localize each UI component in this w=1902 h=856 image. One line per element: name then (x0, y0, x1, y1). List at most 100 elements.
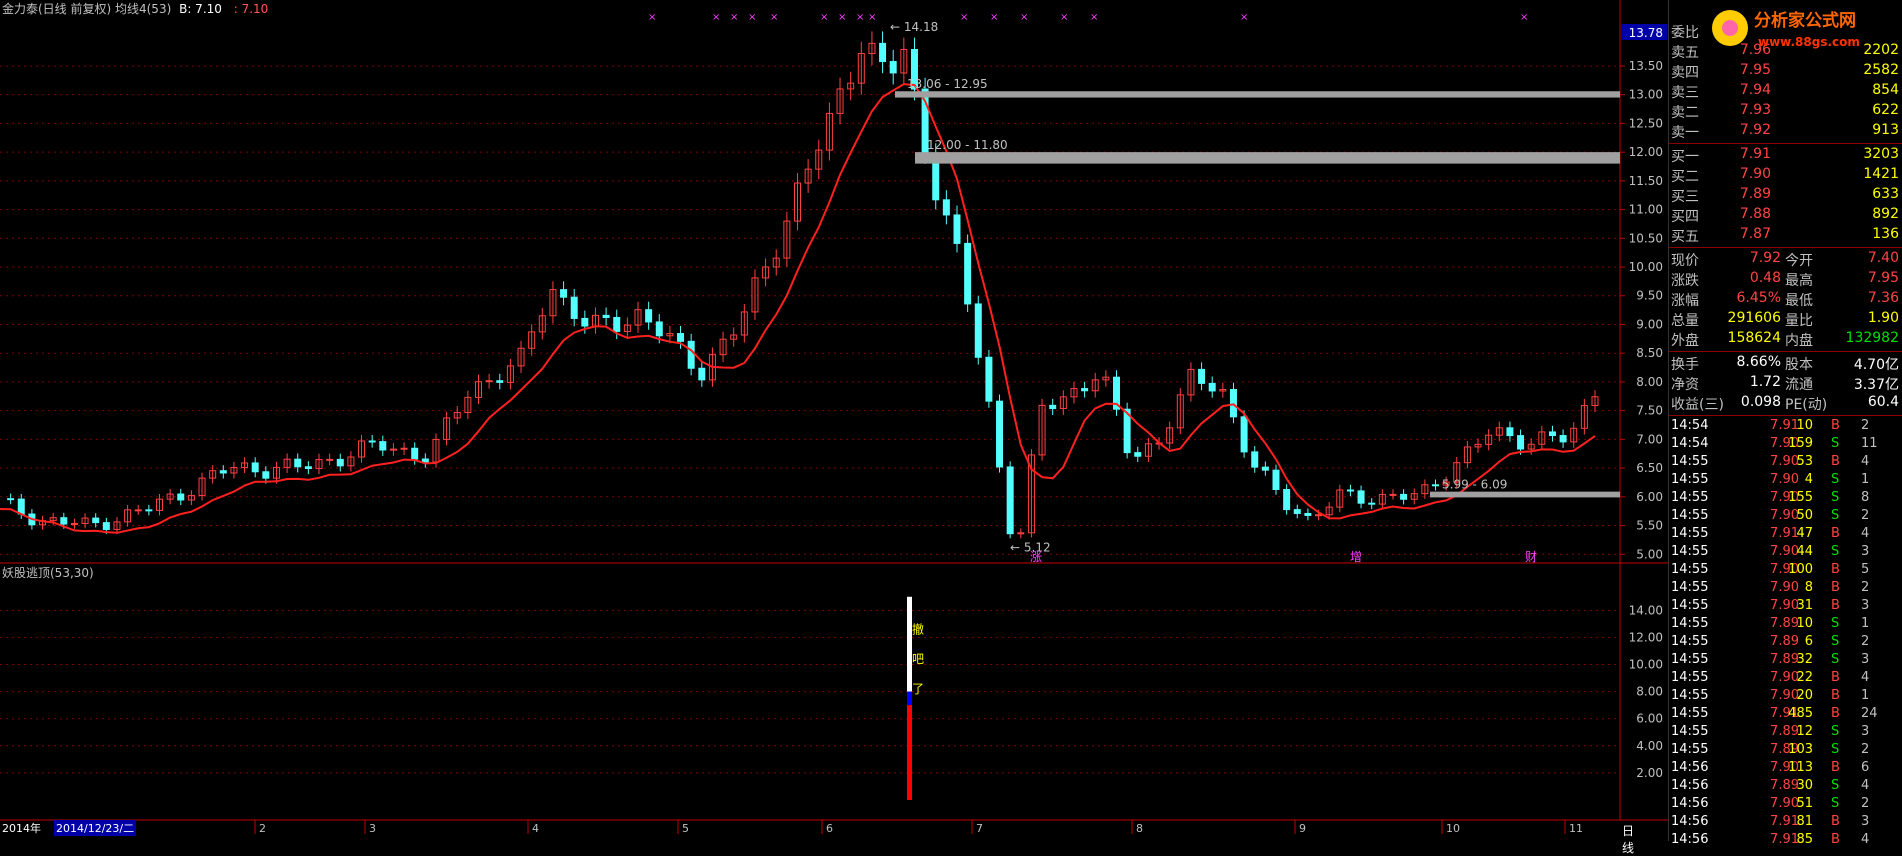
candle-body (251, 462, 259, 473)
tick-row[interactable]: 14:55 7.91 485 B 24 (1671, 706, 1902, 724)
tick-row[interactable]: 14:54 7.91 10 B 2 (1671, 418, 1902, 436)
tick-row[interactable]: 14:55 7.89 32 S 3 (1671, 652, 1902, 670)
candle-body (1017, 532, 1025, 535)
tick-cell: 20 (1796, 688, 1813, 703)
tick-cell: S (1831, 490, 1840, 505)
tick-row[interactable]: 14:55 7.90 53 B 4 (1671, 454, 1902, 472)
bid-row-cell: 892 (1872, 206, 1899, 222)
price-tick-label: 9.00 (1636, 317, 1663, 331)
candle-body (1400, 493, 1408, 500)
tick-row[interactable]: 14:55 7.89 6 S 2 (1671, 634, 1902, 652)
tick-cell: 14:55 (1671, 472, 1709, 487)
tick-row[interactable]: 14:55 7.90 31 B 3 (1671, 598, 1902, 616)
info-marker: 涨 (1030, 549, 1042, 564)
tick-row[interactable]: 14:55 7.90 100 B 5 (1671, 562, 1902, 580)
tick-cell: 14:56 (1671, 796, 1709, 811)
candle-body (1283, 489, 1291, 511)
gap-bar-3 (1430, 491, 1620, 498)
tick-row[interactable]: 14:55 7.90 20 B 1 (1671, 688, 1902, 706)
tick-cell: 14:55 (1671, 706, 1709, 721)
candle-body (145, 509, 153, 512)
tick-cell: B (1831, 580, 1840, 595)
tick-row[interactable]: 14:55 7.90 50 S 2 (1671, 508, 1902, 526)
x-axis-year: 2014年 (2, 822, 41, 835)
candle-body (1272, 469, 1280, 491)
stat2-row-cell: 收益(三) (1671, 397, 1724, 413)
tick-cell: 12 (1796, 724, 1813, 739)
stat2-row-cell: 0.098 (1740, 394, 1781, 410)
tick-cell: 159 (1788, 436, 1813, 451)
tick-cell: 2 (1861, 418, 1870, 433)
stat2-row-cell: 换手 (1671, 357, 1699, 373)
separator (1669, 415, 1902, 416)
tick-cell: 7.90 (1770, 598, 1799, 613)
tick-cell: 100 (1788, 562, 1813, 577)
candle-body (1049, 404, 1057, 410)
tick-cell: 14:55 (1671, 670, 1709, 685)
tick-row[interactable]: 14:56 7.90 113 B 6 (1671, 760, 1902, 778)
candle-body (326, 458, 334, 461)
stat-row-cell: 7.92 (1749, 250, 1781, 266)
candle-body (400, 447, 408, 450)
candle-body (411, 447, 419, 460)
candle-body (70, 522, 78, 525)
candle-body (496, 380, 504, 383)
tick-cell: S (1831, 778, 1840, 793)
tick-cell: 3 (1861, 652, 1870, 667)
high-label: ← 14.18 (890, 20, 938, 34)
tick-row[interactable]: 14:56 7.91 81 B 3 (1671, 814, 1902, 832)
event-marker: × (712, 12, 720, 23)
tick-cell: 4 (1861, 454, 1870, 469)
candle-body (1389, 493, 1397, 496)
ask-row: 卖四 7.95 2582 (1671, 62, 1901, 82)
event-marker: × (1240, 12, 1248, 23)
tick-cell: S (1831, 634, 1840, 649)
price-tick-label: 6.00 (1636, 490, 1663, 504)
indicator-char: 吧 (912, 652, 924, 666)
candle-body (1315, 514, 1323, 517)
tick-cell: 4 (1861, 832, 1870, 847)
tick-row[interactable]: 14:55 7.90 22 B 4 (1671, 670, 1902, 688)
stat2-row-cell: 4.70亿 (1853, 357, 1899, 373)
period-label[interactable]: 日线 (1622, 822, 1634, 856)
kline-chart[interactable]: 13.50 13.00 12.50 12.00 11.50 11.00 10.50 10.00… (0, 0, 1668, 841)
tick-cell: 2 (1861, 580, 1870, 595)
tick-row[interactable]: 14:56 7.91 85 B 4 (1671, 832, 1902, 850)
price-tick-label: 11.50 (1629, 174, 1663, 188)
tick-cell: B (1831, 598, 1840, 613)
tick-cell: 51 (1796, 796, 1813, 811)
candle-body (953, 214, 961, 244)
tick-row[interactable]: 14:55 7.89 103 S 2 (1671, 742, 1902, 760)
stat-row-cell: 内盘 (1785, 333, 1813, 349)
ask-row-cell: 7.92 (1739, 122, 1771, 138)
tick-row[interactable]: 14:55 7.90 4 S 1 (1671, 472, 1902, 490)
tick-cell: B (1831, 454, 1840, 469)
stat2-row-cell: PE(动) (1785, 397, 1828, 413)
event-marker: × (648, 12, 656, 23)
tick-row[interactable]: 14:56 7.90 51 S 2 (1671, 796, 1902, 814)
bid-row-cell: 7.87 (1739, 226, 1771, 242)
tick-row[interactable]: 14:55 7.89 10 S 1 (1671, 616, 1902, 634)
tick-cell: B (1831, 814, 1840, 829)
tick-row[interactable]: 14:55 7.90 155 S 8 (1671, 490, 1902, 508)
tick-row[interactable]: 14:55 7.90 44 S 3 (1671, 544, 1902, 562)
tick-cell: B (1831, 562, 1840, 577)
tick-row[interactable]: 14:55 7.90 8 B 2 (1671, 580, 1902, 598)
tick-row[interactable]: 14:56 7.89 30 S 4 (1671, 778, 1902, 796)
separator (1669, 351, 1902, 352)
event-marker: × (1020, 12, 1028, 23)
tick-cell: 5 (1861, 562, 1870, 577)
x-axis-date[interactable]: 2014/12/23/二 (54, 820, 137, 836)
tick-row[interactable]: 14:55 7.91 47 B 4 (1671, 526, 1902, 544)
b-value: B: 7.10 (179, 2, 222, 16)
indicator-tick-label: 4.00 (1636, 739, 1663, 753)
tick-row[interactable]: 14:54 7.90 159 S 11 (1671, 436, 1902, 454)
tick-row[interactable]: 14:55 7.89 12 S 3 (1671, 724, 1902, 742)
tick-cell: 3 (1861, 724, 1870, 739)
tick-cell: 2 (1861, 634, 1870, 649)
stat-row-cell: 6.45% (1736, 290, 1781, 306)
tick-cell: 11 (1861, 436, 1878, 451)
kline-chart-area[interactable]: 13.50 13.00 12.50 12.00 11.50 11.00 10.50 10.00… (0, 0, 1668, 855)
tick-cell: S (1831, 724, 1840, 739)
candle-body (1548, 431, 1556, 437)
